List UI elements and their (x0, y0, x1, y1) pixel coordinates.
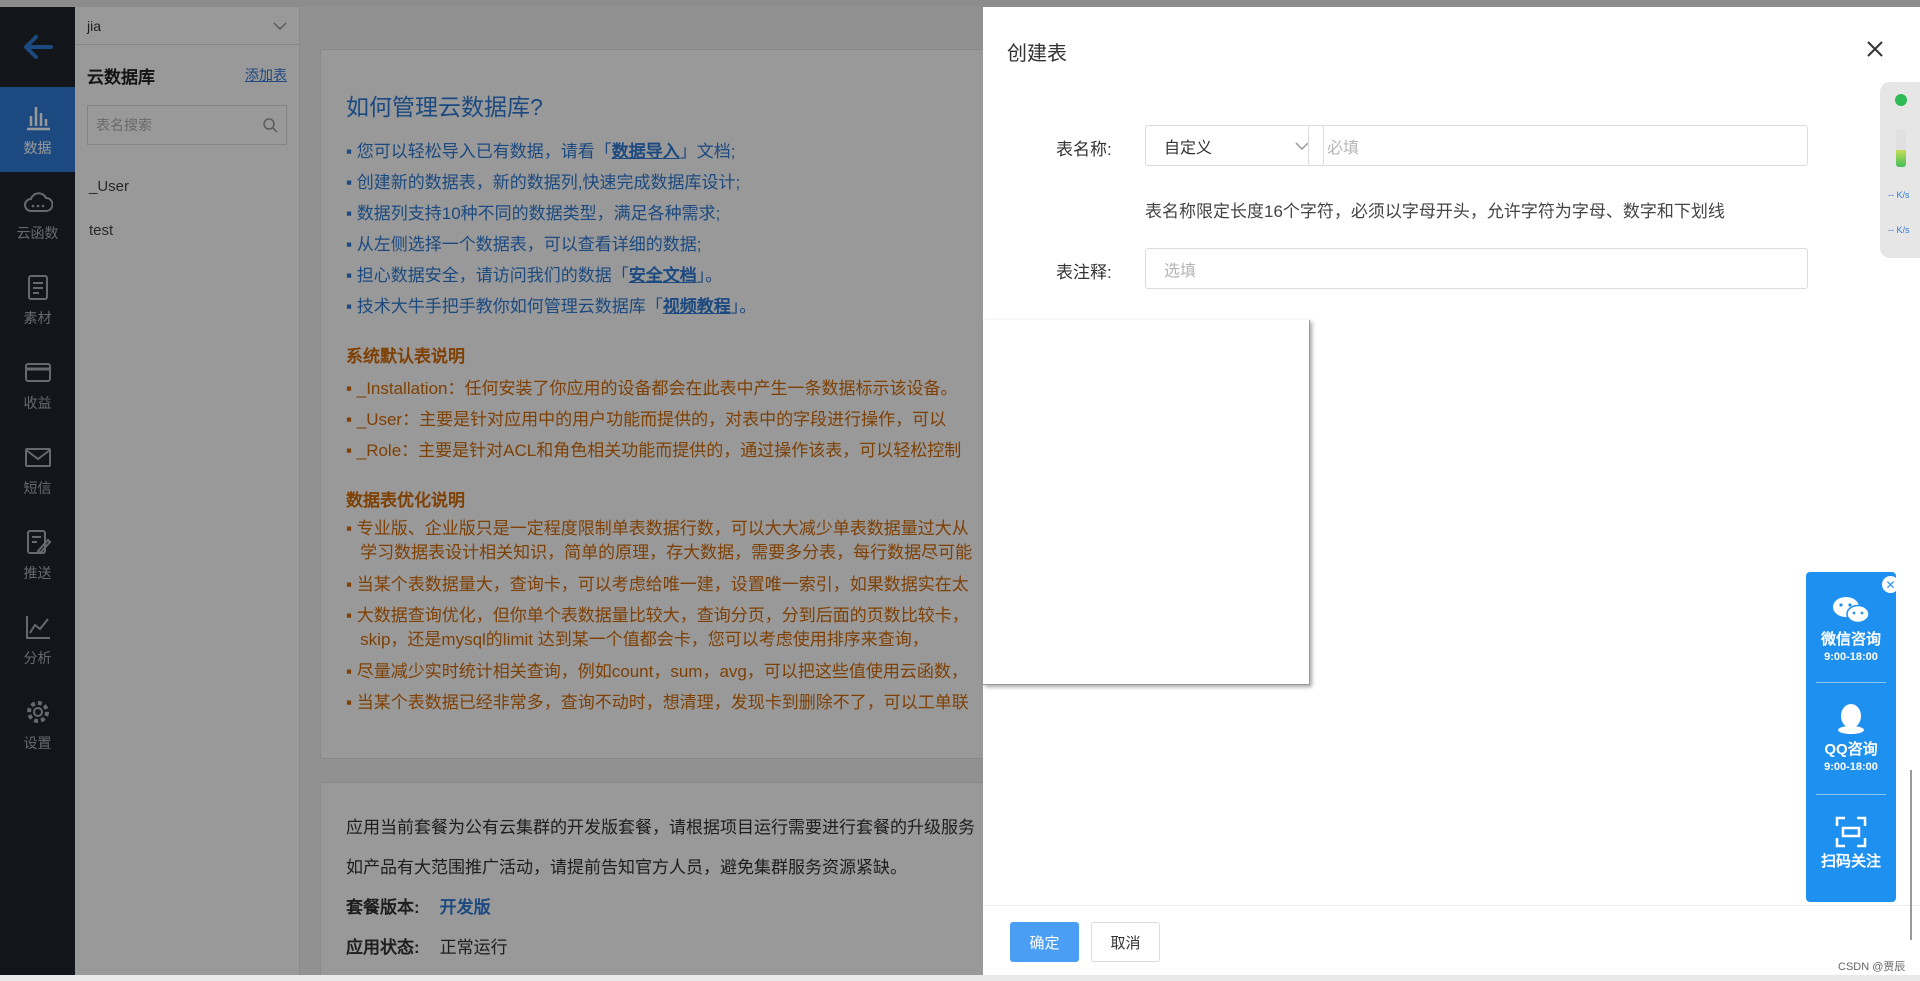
wechat-consult[interactable]: 微信咨询 9:00-18:00 (1806, 594, 1896, 663)
confirm-button[interactable]: 确定 (1010, 922, 1079, 962)
cancel-button[interactable]: 取消 (1091, 922, 1160, 962)
wechat-hours: 9:00-18:00 (1824, 651, 1878, 663)
table-comment-input[interactable]: 选填 (1145, 248, 1808, 289)
qq-icon (1838, 704, 1864, 734)
chevron-down-icon (1295, 141, 1309, 150)
input-placeholder: 必填 (1327, 139, 1360, 157)
table-name-hint: 表名称限定长度16个字符，必须以字母开头，允许字符为字母、数字和下划线 (1145, 202, 1725, 221)
network-speed-widget[interactable]: -- K/s -- K/s (1880, 82, 1920, 258)
qq-hours: 9:00-18:00 (1824, 761, 1878, 773)
select-value: 自定义 (1164, 139, 1213, 157)
drawer-title: 创建表 (1007, 43, 1067, 65)
blank-popup-artifact (983, 320, 1310, 685)
input-placeholder: 选填 (1164, 262, 1197, 280)
drawer-footer-divider (983, 905, 1920, 906)
bottom-edge (0, 975, 1920, 981)
close-icon (1867, 41, 1883, 57)
support-widget: ✕ 微信咨询 9:00-18:00 QQ咨询 9:00-18:00 扫码关注 (1806, 572, 1899, 902)
scan-follow[interactable]: 扫码关注 (1806, 816, 1896, 871)
divider (1816, 682, 1886, 683)
support-close-button[interactable]: ✕ (1882, 576, 1899, 593)
table-name-type-select[interactable]: 自定义 (1145, 125, 1324, 166)
table-name-input[interactable]: 必填 (1308, 125, 1808, 166)
watermark: CSDN @贾辰 (1838, 961, 1906, 973)
divider (1816, 794, 1886, 795)
close-button[interactable] (1863, 37, 1887, 61)
scroll-indicator[interactable] (1910, 770, 1912, 940)
wechat-icon (1833, 597, 1870, 624)
usage-bar (1896, 129, 1906, 167)
qq-label: QQ咨询 (1824, 741, 1878, 758)
table-comment-label: 表注释: (1056, 263, 1112, 282)
upload-rate: -- K/s (1888, 190, 1910, 200)
status-dot (1895, 94, 1907, 106)
qr-scan-icon (1835, 816, 1867, 848)
qq-consult[interactable]: QQ咨询 9:00-18:00 (1806, 702, 1896, 773)
table-name-label: 表名称: (1056, 140, 1112, 159)
wechat-label: 微信咨询 (1820, 631, 1881, 648)
scan-label: 扫码关注 (1820, 853, 1881, 870)
download-rate: -- K/s (1888, 225, 1910, 235)
